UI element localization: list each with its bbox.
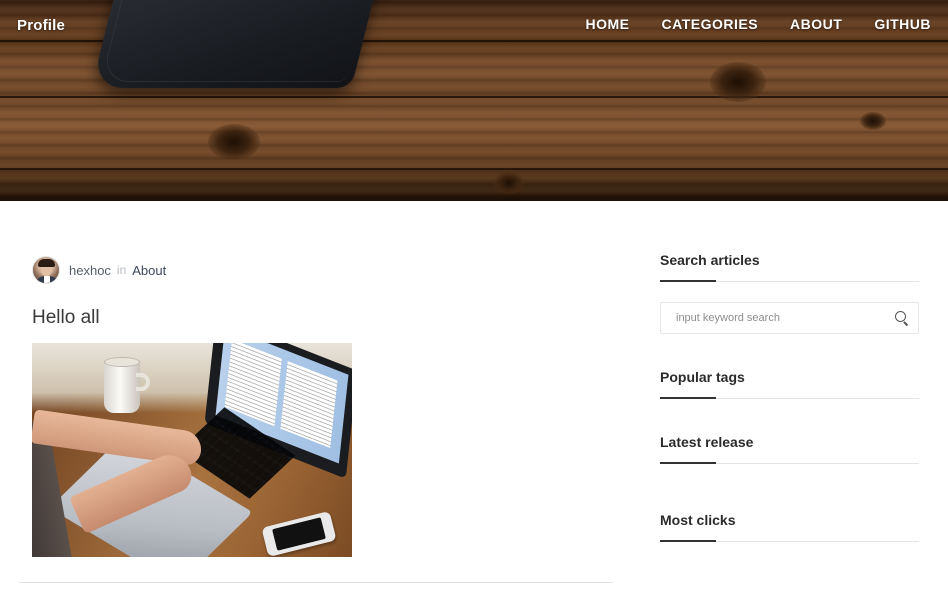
hero-header: Profile HOME CATEGORIES ABOUT GITHUB bbox=[0, 0, 948, 201]
widget-title-latest-release: Latest release bbox=[660, 434, 754, 450]
nav-categories[interactable]: CATEGORIES bbox=[662, 16, 759, 32]
brand-link[interactable]: Profile bbox=[17, 17, 65, 34]
main-nav: HOME CATEGORIES ABOUT GITHUB bbox=[586, 16, 931, 32]
widget-divider bbox=[660, 462, 919, 464]
wood-seam bbox=[0, 96, 948, 98]
author-link[interactable]: hexhoc bbox=[69, 263, 111, 278]
image-cup bbox=[104, 361, 140, 413]
laptop-corner-image bbox=[91, 0, 381, 88]
post-card: hexhoc in About Hello all bbox=[32, 255, 612, 557]
wood-knot bbox=[860, 112, 886, 130]
post-meta: hexhoc in About bbox=[32, 255, 612, 285]
widget-most-clicks: Most clicks bbox=[660, 512, 919, 542]
image-page-right bbox=[280, 361, 338, 449]
widget-search: Search articles bbox=[660, 252, 919, 334]
search-icon[interactable] bbox=[894, 310, 910, 327]
sidebar: Search articles Popular tags Latest rele… bbox=[660, 252, 919, 542]
image-phone bbox=[261, 510, 337, 557]
avatar-hair bbox=[38, 259, 55, 267]
search-box bbox=[660, 302, 919, 334]
wood-knot bbox=[710, 62, 766, 102]
avatar[interactable] bbox=[32, 256, 60, 284]
search-icon-handle bbox=[903, 321, 909, 327]
nav-about[interactable]: ABOUT bbox=[790, 16, 842, 32]
search-input[interactable] bbox=[676, 312, 894, 324]
post-cover-image[interactable] bbox=[32, 343, 352, 557]
widget-popular-tags: Popular tags bbox=[660, 369, 919, 399]
post-divider bbox=[19, 582, 613, 583]
widget-divider bbox=[660, 280, 919, 282]
avatar-collar bbox=[44, 276, 50, 283]
wood-knot bbox=[494, 172, 524, 194]
widget-title-search: Search articles bbox=[660, 252, 760, 268]
widget-divider bbox=[660, 540, 919, 542]
nav-github[interactable]: GITHUB bbox=[874, 16, 931, 32]
post-title[interactable]: Hello all bbox=[32, 307, 612, 329]
image-cup-rim bbox=[104, 357, 140, 367]
wood-knot bbox=[208, 124, 260, 160]
meta-in-label: in bbox=[116, 263, 127, 277]
widget-title-popular-tags: Popular tags bbox=[660, 369, 745, 385]
category-link[interactable]: About bbox=[132, 263, 166, 278]
nav-home[interactable]: HOME bbox=[586, 16, 630, 32]
widget-divider bbox=[660, 397, 919, 399]
wood-seam bbox=[0, 168, 948, 170]
widget-latest-release: Latest release bbox=[660, 434, 919, 464]
widget-title-most-clicks: Most clicks bbox=[660, 512, 736, 528]
